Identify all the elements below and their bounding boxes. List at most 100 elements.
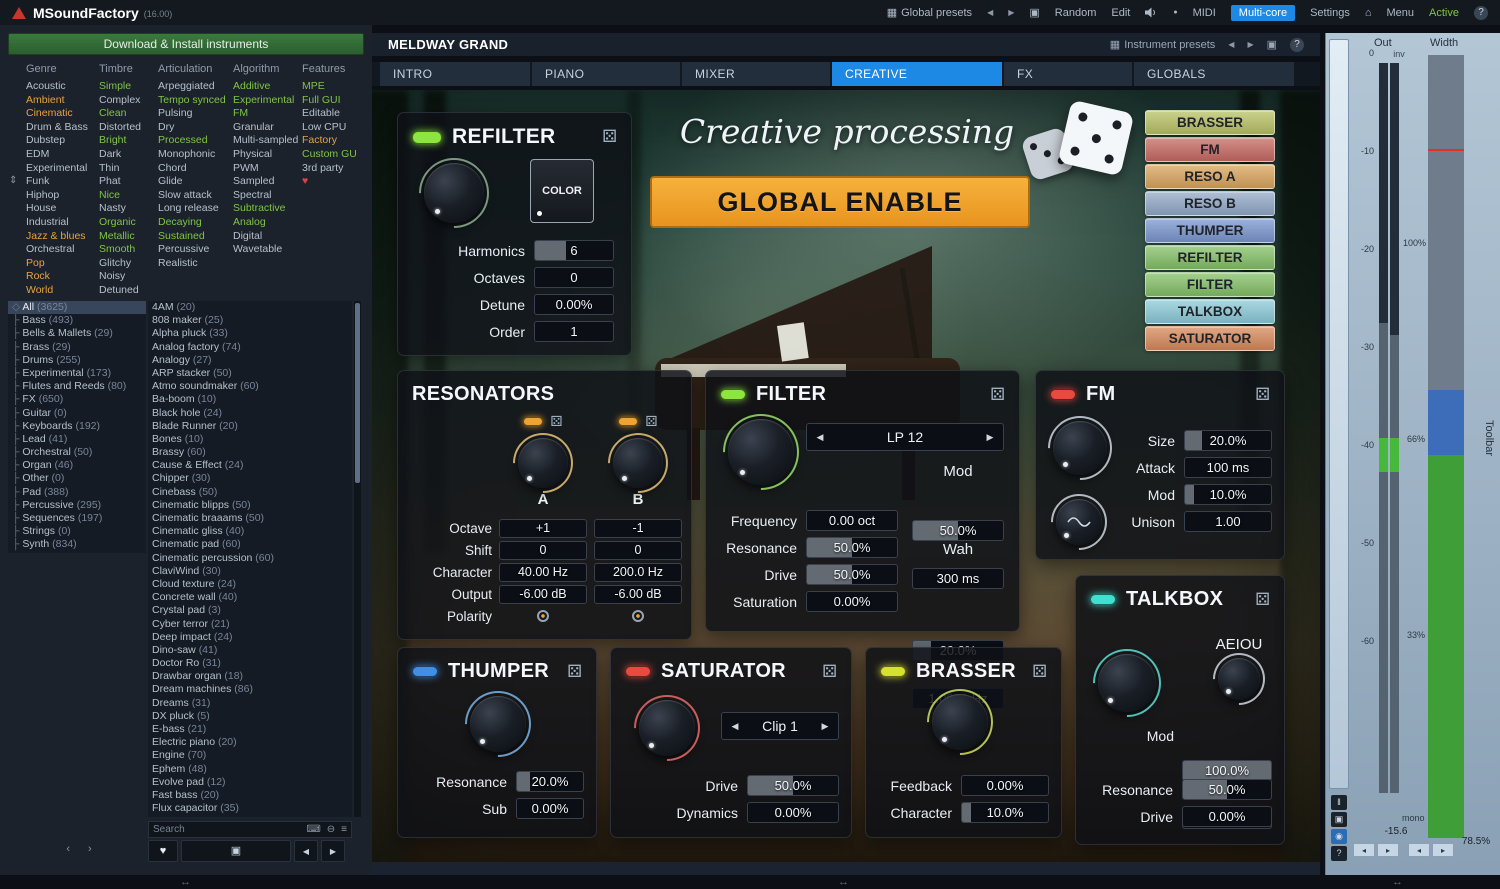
tag-[interactable]: ♥	[302, 175, 356, 189]
tag-digital[interactable]: Digital	[233, 230, 299, 244]
tag-long-release[interactable]: Long release	[158, 202, 230, 216]
midi-button[interactable]: MIDI	[1193, 7, 1216, 19]
favorites-button[interactable]: ♥	[148, 840, 178, 862]
tag-phat[interactable]: Phat	[99, 175, 155, 189]
toolbar-label[interactable]: Toolbar	[1483, 420, 1495, 456]
tag-nasty[interactable]: Nasty	[99, 202, 155, 216]
param-value-octave-b[interactable]: -1	[594, 519, 682, 538]
preset-item[interactable]: Chipper (30)	[148, 472, 352, 485]
category-item[interactable]: ├ Synth (834)	[8, 538, 146, 551]
preset-item[interactable]: Blade Runner (20)	[148, 420, 352, 433]
help-icon[interactable]: ?	[1290, 38, 1304, 52]
global-presets-button[interactable]: ▦Global presets	[887, 6, 972, 19]
preset-item[interactable]: Dreams (31)	[148, 697, 352, 710]
home-icon[interactable]: ⌂	[1365, 7, 1372, 19]
param-value-shift-b[interactable]: 0	[594, 541, 682, 560]
tag-noisy[interactable]: Noisy	[99, 270, 155, 284]
thumper-knob[interactable]	[470, 696, 526, 752]
param-value-saturation[interactable]: 0.00%	[806, 591, 898, 612]
category-item[interactable]: ├ FX (650)	[8, 393, 146, 406]
param-value-resonance[interactable]: 50.0%	[1182, 779, 1272, 800]
tag-factory[interactable]: Factory	[302, 134, 356, 148]
param-value-output-b[interactable]: -6.00 dB	[594, 585, 682, 604]
preset-item[interactable]: Atmo soundmaker (60)	[148, 380, 352, 393]
category-item[interactable]: ├ Other (0)	[8, 472, 146, 485]
pause-button[interactable]: ‖	[1331, 795, 1347, 810]
tag-3rd-party[interactable]: 3rd party	[302, 162, 356, 176]
resize-handle[interactable]: ↔	[180, 875, 191, 889]
tag-full-gui[interactable]: Full GUI	[302, 94, 356, 108]
next-instrument-preset-button[interactable]: ▶	[1247, 40, 1253, 49]
volume-icon[interactable]	[1145, 7, 1158, 18]
category-item[interactable]: ├ Orchestral (50)	[8, 446, 146, 459]
filter-mod-depth[interactable]: 50.0%	[912, 520, 1004, 541]
preset-scrollbar[interactable]	[354, 301, 361, 817]
param-value-output-a[interactable]: -6.00 dB	[499, 585, 587, 604]
tag-wavetable[interactable]: Wavetable	[233, 243, 299, 257]
preset-item[interactable]: Alpha pluck (33)	[148, 327, 352, 340]
saturator-mode-dropdown[interactable]: ◀ Clip 1 ▶	[721, 712, 839, 740]
tab-intro[interactable]: INTRO	[380, 62, 530, 86]
category-item[interactable]: ├ Drums (255)	[8, 354, 146, 367]
prev-arrow-icon[interactable]: ◀	[722, 721, 748, 732]
param-value-harmonics[interactable]: 6	[534, 240, 614, 261]
tag-bright[interactable]: Bright	[99, 134, 155, 148]
save-preset-icon[interactable]: ▣	[1029, 6, 1039, 19]
tag-pulsing[interactable]: Pulsing	[158, 107, 230, 121]
keyboard-icon[interactable]: ⌨	[306, 824, 320, 835]
tag-sampled[interactable]: Sampled	[233, 175, 299, 189]
prev-arrow-icon[interactable]: ◀	[807, 432, 833, 443]
next-arrow-icon[interactable]: ▶	[812, 721, 838, 732]
dice-icon[interactable]: ⚄	[822, 662, 837, 682]
preset-item[interactable]: Engine (70)	[148, 749, 352, 762]
tag-world[interactable]: World	[26, 284, 96, 298]
save-preset-icon[interactable]: ▣	[1267, 38, 1277, 51]
param-value-frequency[interactable]: 0.00 oct	[806, 510, 898, 531]
resonator-a-enable-led[interactable]	[523, 417, 543, 426]
preset-item[interactable]: Flux capacitor (35)	[148, 802, 352, 815]
param-value-mod[interactable]: 10.0%	[1184, 484, 1272, 505]
module-item-reso-a[interactable]: RESO A	[1145, 164, 1275, 189]
tag-pop[interactable]: Pop	[26, 257, 96, 271]
polarity-toggle-a[interactable]	[537, 610, 549, 622]
module-item-thumper[interactable]: THUMPER	[1145, 218, 1275, 243]
dice-icon[interactable]: ⚄	[990, 385, 1005, 405]
scrollbar-thumb[interactable]	[355, 303, 360, 483]
preset-item[interactable]: Cyber terror (21)	[148, 618, 352, 631]
preset-item[interactable]: Ba-boom (10)	[148, 393, 352, 406]
tag-drum-bass[interactable]: Drum & Bass	[26, 121, 96, 135]
tag-detuned[interactable]: Detuned	[99, 284, 155, 298]
preset-item[interactable]: Bones (10)	[148, 433, 352, 446]
param-value-octaves[interactable]: 0	[534, 267, 614, 288]
module-item-reso-b[interactable]: RESO B	[1145, 191, 1275, 216]
param-value-character-b[interactable]: 200.0 Hz	[594, 563, 682, 582]
param-value-drive[interactable]: 50.0%	[806, 564, 898, 585]
preset-item[interactable]: Dino-saw (41)	[148, 644, 352, 657]
tag-fm[interactable]: FM	[233, 107, 299, 121]
param-value-shift-a[interactable]: 0	[499, 541, 587, 560]
preset-item[interactable]: Electric piano (20)	[148, 736, 352, 749]
category-item[interactable]: ├ Bells & Mallets (29)	[8, 327, 146, 340]
category-item[interactable]: ├ Guitar (0)	[8, 407, 146, 420]
tag-organic[interactable]: Organic	[99, 216, 155, 230]
module-item-brasser[interactable]: BRASSER	[1145, 110, 1275, 135]
filter-enable-led[interactable]	[720, 389, 746, 400]
tag-cinematic[interactable]: Cinematic	[26, 107, 96, 121]
resonator-b-knob[interactable]	[613, 438, 663, 488]
tag-processed[interactable]: Processed	[158, 134, 230, 148]
param-value-order[interactable]: 1	[534, 321, 614, 342]
preset-item[interactable]: Analog factory (74)	[148, 341, 352, 354]
list-menu-icon[interactable]: ≡	[341, 824, 347, 835]
module-item-filter[interactable]: FILTER	[1145, 272, 1275, 297]
preset-item[interactable]: Drawbar organ (18)	[148, 670, 352, 683]
param-value-resonance[interactable]: 20.0%	[516, 771, 584, 792]
module-item-saturator[interactable]: SATURATOR	[1145, 326, 1275, 351]
brasser-enable-led[interactable]	[880, 666, 906, 677]
tag-multi-sampled[interactable]: Multi-sampled	[233, 134, 299, 148]
param-value-drive[interactable]: 0.00%	[1182, 806, 1272, 827]
next-global-preset-button[interactable]: ▶	[1008, 8, 1014, 17]
menu-button[interactable]: Menu	[1387, 7, 1415, 19]
category-item[interactable]: ├ Brass (29)	[8, 341, 146, 354]
tag-experimental[interactable]: Experimental	[26, 162, 96, 176]
preset-item[interactable]: Cinematic blipps (50)	[148, 499, 352, 512]
